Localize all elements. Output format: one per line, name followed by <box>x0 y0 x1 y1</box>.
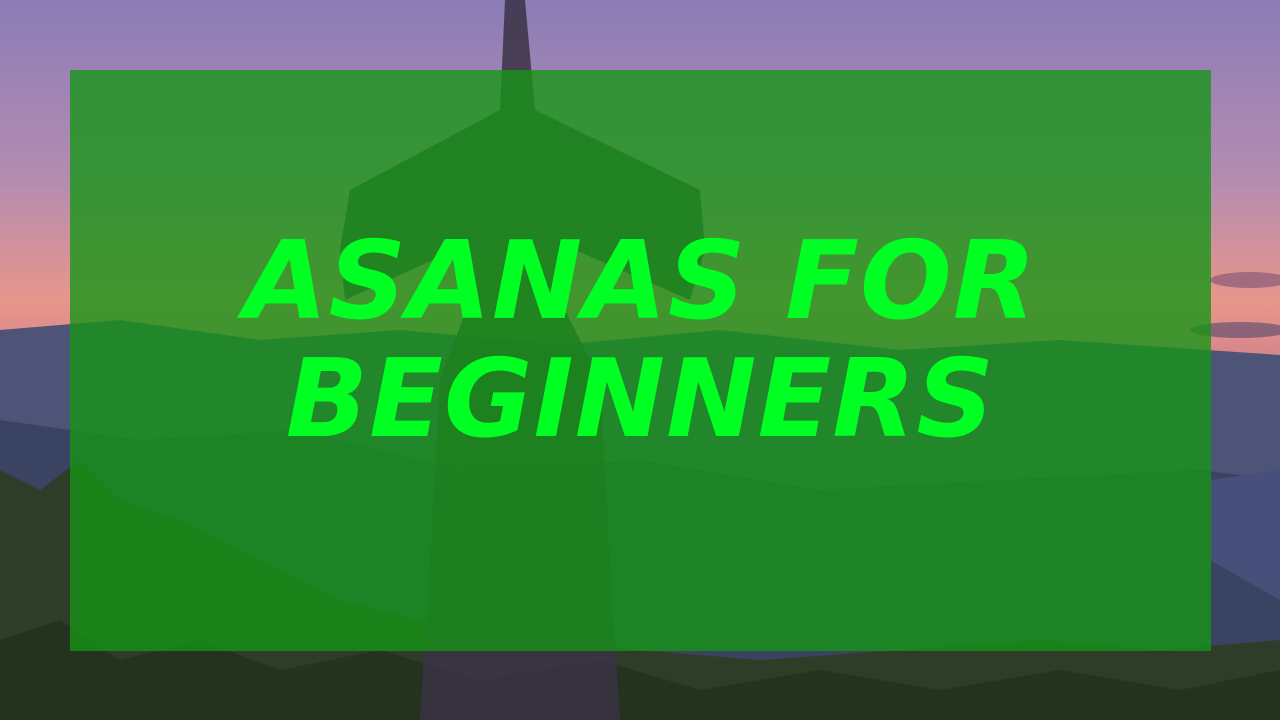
thumbnail-title: ASANAS FOR BEGINNERS <box>243 218 1038 462</box>
title-line-1: ASANAS FOR <box>243 218 1038 344</box>
title-line-2: BEGINNERS <box>285 336 996 462</box>
thumbnail-scene: ASANAS FOR BEGINNERS <box>0 0 1280 720</box>
green-title-overlay: ASANAS FOR BEGINNERS <box>70 70 1211 651</box>
